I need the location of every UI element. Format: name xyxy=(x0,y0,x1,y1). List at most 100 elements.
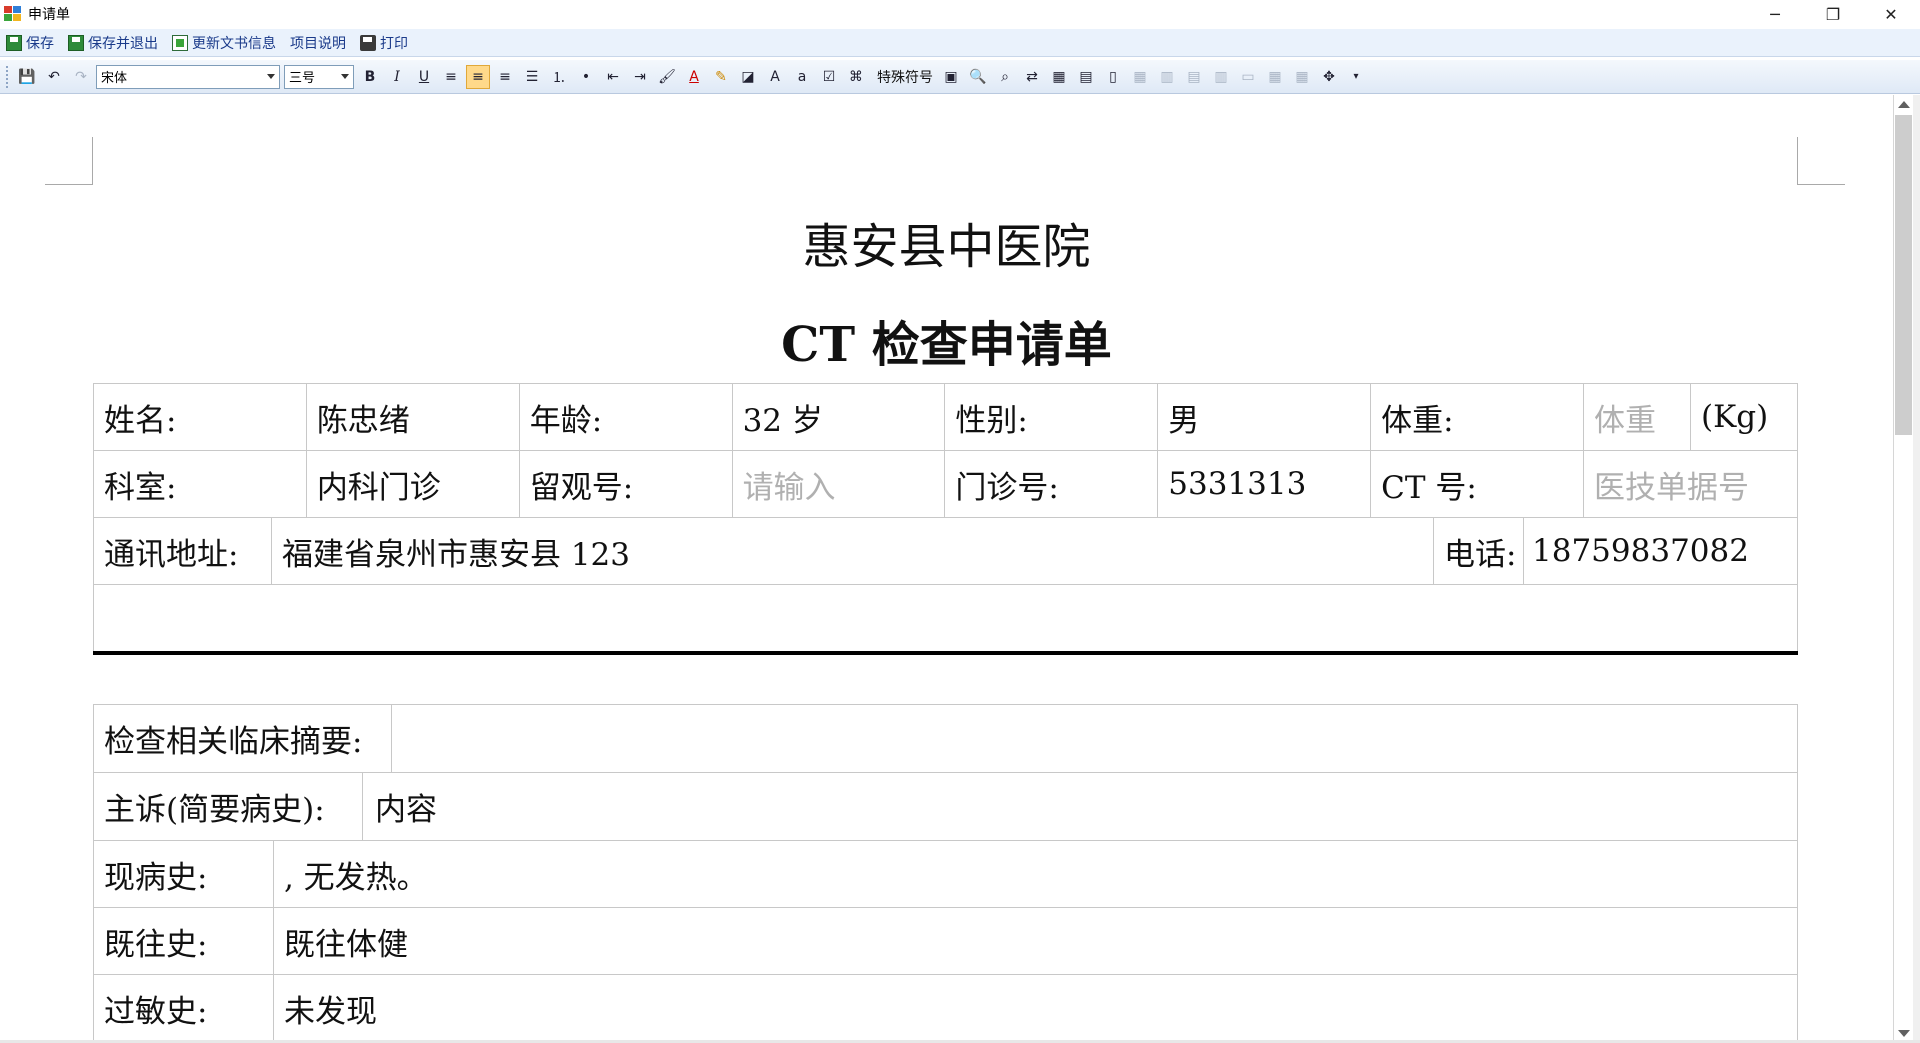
window-title: 申请单 xyxy=(28,7,70,23)
scroll-thumb[interactable] xyxy=(1895,115,1912,435)
table-insert-row-icon[interactable]: ▦ xyxy=(1128,65,1152,89)
address-field[interactable]: 福建省泉州市惠安县 123 xyxy=(270,517,1435,585)
indent-icon[interactable]: ⇥ xyxy=(628,65,652,89)
name-field[interactable]: 陈忠绪 xyxy=(305,383,520,451)
page-corner-top-left xyxy=(45,137,93,185)
side-panel-strip[interactable] xyxy=(1913,95,1920,1043)
grow-font-icon[interactable]: A xyxy=(763,65,787,89)
special-chars-button[interactable]: 特殊符号 xyxy=(877,67,933,87)
fill-color-icon[interactable]: ◪ xyxy=(736,65,760,89)
align-left-icon[interactable]: ≡ xyxy=(439,65,463,89)
replace-icon[interactable]: ⇄ xyxy=(1020,65,1044,89)
font-name-select[interactable]: 宋体 xyxy=(96,64,280,89)
table-row: 科室: 内科门诊 留观号: 请输入 门诊号: 5331313 CT 号: 医技单… xyxy=(93,450,1798,518)
present-field[interactable]: , 无发热。 xyxy=(272,840,1799,908)
title-bar: 申请单 ─ ❐ ✕ xyxy=(0,0,1920,28)
update-doc-menu-item[interactable]: 更新文书信息 xyxy=(172,33,276,53)
font-name-value: 宋体 xyxy=(101,71,128,86)
age-label: 年龄: xyxy=(518,383,733,451)
sex-label: 性别: xyxy=(944,383,1159,451)
outpatient-label: 门诊号: xyxy=(944,450,1159,518)
blank-row[interactable] xyxy=(93,584,1798,653)
save-menu-item[interactable]: 保存 xyxy=(6,33,54,53)
scroll-down-icon[interactable] xyxy=(1898,1030,1910,1037)
save-icon xyxy=(6,34,22,51)
insert-field-icon[interactable]: ▤ xyxy=(1074,65,1098,89)
present-label: 现病史: xyxy=(93,840,274,908)
table-split-icon[interactable]: ▦ xyxy=(1263,65,1287,89)
close-button[interactable]: ✕ xyxy=(1862,0,1920,28)
command-icon[interactable]: ⌘ xyxy=(844,65,868,89)
allergy-field[interactable]: 未发现 xyxy=(272,974,1799,1042)
age-field[interactable]: 32 岁 xyxy=(731,383,946,451)
find-icon[interactable]: ⌕ xyxy=(993,65,1017,89)
table-merge-icon[interactable]: ▭ xyxy=(1236,65,1260,89)
patient-info-table: 姓名: 陈忠绪 年龄: 32 岁 性别: 男 体重: 体重 (Kg) 科室: 内… xyxy=(93,383,1799,518)
underline-button[interactable]: U xyxy=(412,65,436,89)
table-row: 主诉(简要病史): 内容 xyxy=(93,772,1798,841)
table-insert-col-icon[interactable]: ▥ xyxy=(1155,65,1179,89)
obs-label: 留观号: xyxy=(518,450,733,518)
project-info-menu-item[interactable]: 项目说明 xyxy=(290,33,346,53)
vertical-scrollbar[interactable] xyxy=(1893,95,1913,1043)
undo-icon[interactable]: ↶ xyxy=(42,65,66,89)
search-icon[interactable]: 🔍 xyxy=(966,65,990,89)
summary-field[interactable] xyxy=(392,705,1797,772)
table-row: 过敏史: 未发现 xyxy=(93,974,1799,1042)
table-row xyxy=(93,584,1798,653)
format-toolbar: 💾 ↶ ↷ 宋体 三号 B I U ≡ ≡ ≡ ☰ ⒈ • ⇤ ⇥ 🖌 A ✎ … xyxy=(0,60,1920,94)
toolbar-overflow-icon[interactable]: ▾ xyxy=(1344,65,1368,89)
complaint-label: 主诉(简要病史): xyxy=(94,773,363,840)
format-painter-icon[interactable]: 🖌 xyxy=(655,65,679,89)
print-menu-item[interactable]: 打印 xyxy=(360,33,408,53)
document-area[interactable]: 惠安县中医院 CT 检查申请单 姓名: 陈忠绪 年龄: 32 岁 性别: 男 体… xyxy=(0,95,1893,1043)
allergy-label: 过敏史: xyxy=(93,974,274,1042)
move-icon[interactable]: ✥ xyxy=(1317,65,1341,89)
font-size-select[interactable]: 三号 xyxy=(284,64,354,89)
align-right-icon[interactable]: ≡ xyxy=(493,65,517,89)
italic-button[interactable]: I xyxy=(385,65,409,89)
insert-table-icon[interactable]: ▦ xyxy=(1047,65,1071,89)
printer-icon xyxy=(360,34,376,51)
ct-field[interactable]: 医技单据号 xyxy=(1583,450,1798,518)
obs-field[interactable]: 请输入 xyxy=(731,450,946,518)
save-disk-icon[interactable]: 💾 xyxy=(15,65,39,89)
outdent-icon[interactable]: ⇤ xyxy=(601,65,625,89)
justify-icon[interactable]: ☰ xyxy=(520,65,544,89)
page-icon[interactable]: ▯ xyxy=(1101,65,1125,89)
bullet-list-icon[interactable]: • xyxy=(574,65,598,89)
table-row: 既往史: 既往体健 xyxy=(93,907,1799,975)
app-icon xyxy=(4,6,22,22)
summary-label: 检查相关临床摘要: xyxy=(94,705,392,772)
save-exit-menu-item[interactable]: 保存并退出 xyxy=(68,33,158,53)
highlight-icon[interactable]: ✎ xyxy=(709,65,733,89)
weight-field[interactable]: 体重 xyxy=(1583,383,1691,451)
ct-label: CT 号: xyxy=(1370,450,1585,518)
numbered-list-icon[interactable]: ⒈ xyxy=(547,65,571,89)
update-doc-label: 更新文书信息 xyxy=(192,35,276,52)
restore-button[interactable]: ❐ xyxy=(1804,0,1862,28)
shrink-font-icon[interactable]: a xyxy=(790,65,814,89)
toolbar-grip[interactable] xyxy=(6,65,9,88)
phone-field[interactable]: 18759837082 xyxy=(1523,517,1798,585)
font-color-icon[interactable]: A xyxy=(682,65,706,89)
sex-field[interactable]: 男 xyxy=(1157,383,1372,451)
complaint-field[interactable]: 内容 xyxy=(363,773,1797,840)
check-icon[interactable]: ☑ xyxy=(817,65,841,89)
insert-image-icon[interactable]: ▣ xyxy=(939,65,963,89)
align-center-icon[interactable]: ≡ xyxy=(466,64,490,89)
bold-button[interactable]: B xyxy=(358,65,382,89)
table-delete-row-icon[interactable]: ▤ xyxy=(1182,65,1206,89)
table-delete-col-icon[interactable]: ▥ xyxy=(1209,65,1233,89)
dept-field[interactable]: 内科门诊 xyxy=(305,450,520,518)
past-field[interactable]: 既往体健 xyxy=(272,907,1799,975)
font-size-value: 三号 xyxy=(289,71,316,86)
weight-unit: (Kg) xyxy=(1689,383,1799,451)
form-title: CT 检查申请单 xyxy=(781,317,1112,373)
outpatient-field[interactable]: 5331313 xyxy=(1157,450,1372,518)
redo-icon[interactable]: ↷ xyxy=(69,65,93,89)
minimize-button[interactable]: ─ xyxy=(1746,0,1804,28)
table-border-icon[interactable]: ▦ xyxy=(1290,65,1314,89)
chevron-down-icon xyxy=(267,73,275,79)
scroll-up-icon[interactable] xyxy=(1898,101,1910,108)
